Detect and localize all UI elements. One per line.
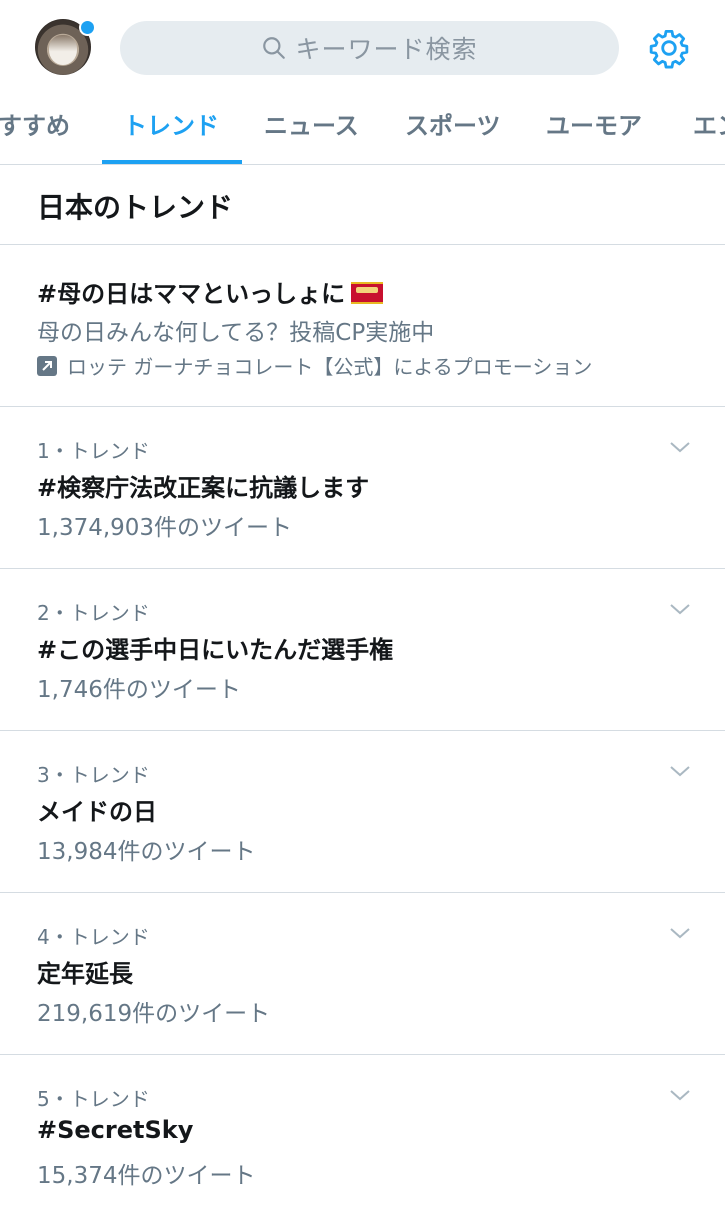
trend-rank: 2・トレンド bbox=[37, 601, 150, 625]
promoted-arrow-icon bbox=[37, 355, 57, 376]
promoted-by: ロッテ ガーナチョコレート【公式】によるプロモーション bbox=[37, 351, 592, 380]
promoted-trend[interactable]: #母の日はママといっしょに 母の日みんな何してる？投稿CP実施中 ロッテ ガーナ… bbox=[0, 245, 725, 407]
trend-tweet-count: 15,374件のツイート bbox=[37, 1163, 256, 1189]
section-header: 日本のトレンド bbox=[0, 165, 725, 245]
chevron-down-icon[interactable] bbox=[668, 925, 692, 941]
active-tab-indicator bbox=[102, 160, 242, 164]
cat-face bbox=[49, 35, 77, 65]
trend-tweet-count: 1,374,903件のツイート bbox=[37, 515, 293, 541]
chevron-down-icon[interactable] bbox=[668, 439, 692, 455]
trend-name: 定年延長 bbox=[37, 960, 133, 988]
tab-news[interactable]: ニュース bbox=[264, 96, 359, 162]
trend-item[interactable]: 4・トレンド 定年延長 219,619件のツイート bbox=[0, 893, 725, 1055]
chevron-down-icon[interactable] bbox=[668, 763, 692, 779]
promoted-by-label: ロッテ ガーナチョコレート【公式】によるプロモーション bbox=[67, 355, 593, 379]
tab-humor[interactable]: ユーモア bbox=[546, 96, 642, 162]
gear-icon[interactable] bbox=[648, 27, 690, 69]
search-placeholder: キーワード検索 bbox=[295, 35, 478, 64]
trend-rank: 5・トレンド bbox=[37, 1087, 150, 1111]
tab-recommended[interactable]: すすめ bbox=[0, 96, 70, 162]
search-input[interactable]: キーワード検索 bbox=[120, 21, 619, 75]
trend-tweet-count: 219,619件のツイート bbox=[37, 1001, 271, 1027]
trend-item[interactable]: 1・トレンド #検察庁法改正案に抗議します 1,374,903件のツイート bbox=[0, 407, 725, 569]
trend-name: #この選手中日にいたんだ選手権 bbox=[37, 636, 394, 664]
tab-trends[interactable]: トレンド bbox=[123, 96, 219, 162]
top-bar: キーワード検索 bbox=[0, 0, 725, 96]
trend-tweet-count: 13,984件のツイート bbox=[37, 839, 256, 865]
search-icon bbox=[263, 37, 286, 59]
tab-entertainment[interactable]: エン bbox=[693, 96, 725, 162]
promoted-description: 母の日みんな何してる？投稿CP実施中 bbox=[37, 320, 435, 346]
trend-item[interactable]: 2・トレンド #この選手中日にいたんだ選手権 1,746件のツイート bbox=[0, 569, 725, 731]
tab-sports[interactable]: スポーツ bbox=[405, 96, 501, 162]
trend-tweet-count: 1,746件のツイート bbox=[37, 677, 241, 703]
ghana-chocolate-icon bbox=[351, 282, 384, 304]
trend-item[interactable]: 5・トレンド #SecretSky 15,374件のツイート bbox=[0, 1055, 725, 1216]
trend-rank: 4・トレンド bbox=[37, 925, 150, 949]
trend-name: #SecretSky bbox=[37, 1116, 194, 1144]
trend-rank: 3・トレンド bbox=[37, 763, 150, 787]
trend-name: #検察庁法改正案に抗議します bbox=[37, 474, 370, 502]
notification-dot bbox=[79, 19, 96, 36]
trend-name: メイドの日 bbox=[37, 798, 157, 826]
promoted-hashtag: #母の日はママといっしょに bbox=[37, 280, 346, 308]
trend-item[interactable]: 3・トレンド メイドの日 13,984件のツイート bbox=[0, 731, 725, 893]
chevron-down-icon[interactable] bbox=[668, 1087, 692, 1103]
explore-tabs: すすめ トレンド ニュース スポーツ ユーモア エン bbox=[0, 96, 725, 165]
promoted-trend-title: #母の日はママといっしょに bbox=[37, 274, 384, 309]
section-title: 日本のトレンド bbox=[37, 191, 234, 224]
chevron-down-icon[interactable] bbox=[668, 601, 692, 617]
trend-rank: 1・トレンド bbox=[37, 439, 150, 463]
